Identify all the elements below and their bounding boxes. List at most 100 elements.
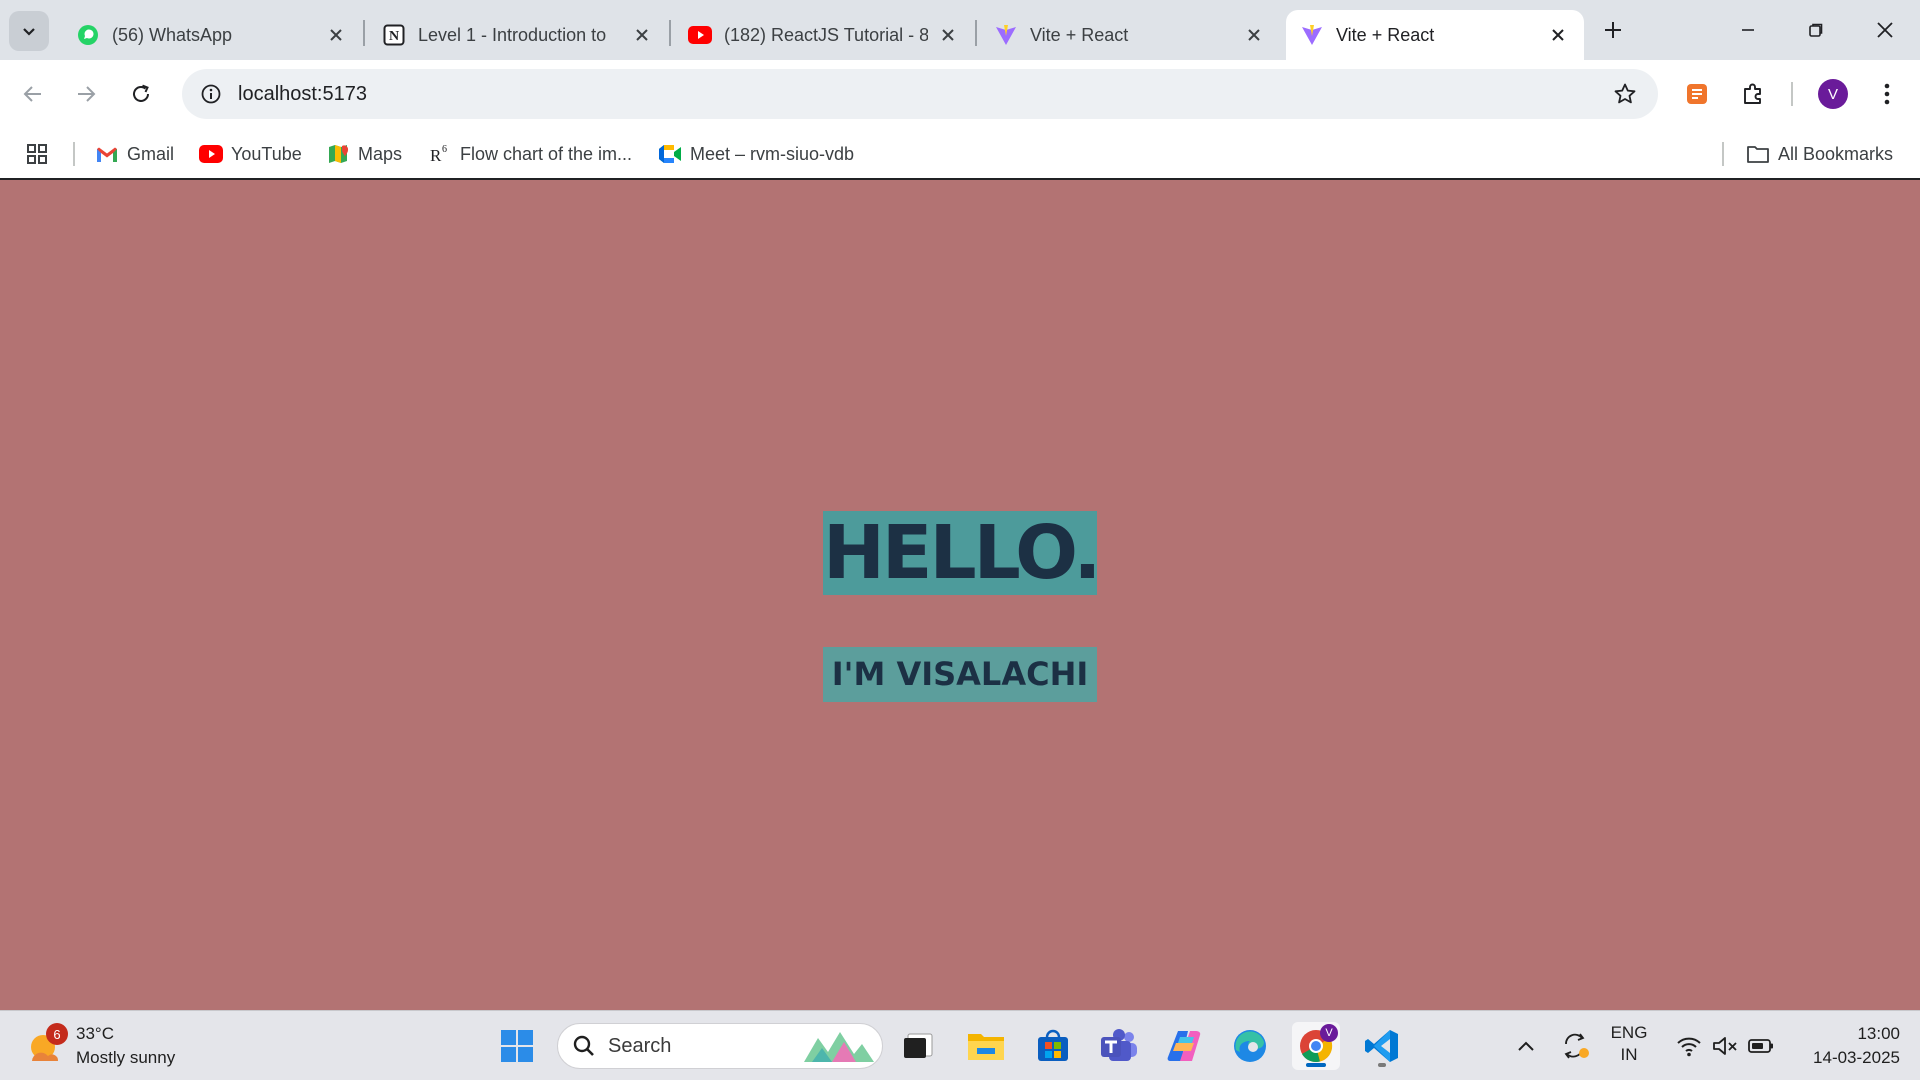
volume-status[interactable] <box>1708 1026 1742 1066</box>
sync-status-button[interactable] <box>1558 1026 1594 1066</box>
toolbar-divider <box>1791 82 1793 106</box>
all-bookmarks-button[interactable]: All Bookmarks <box>1746 140 1893 168</box>
tab-notion[interactable]: N Level 1 - Introduction to <box>368 10 668 60</box>
close-icon <box>1877 22 1893 38</box>
close-icon[interactable] <box>1546 23 1570 47</box>
close-icon[interactable] <box>324 23 348 47</box>
tab-whatsapp[interactable]: (56) WhatsApp <box>62 10 362 60</box>
tab-separator <box>363 20 365 46</box>
tab-separator <box>669 20 671 46</box>
windows-logo-icon <box>501 1030 533 1062</box>
chrome-profile-badge: V <box>1320 1024 1338 1042</box>
arrow-right-icon <box>78 86 96 102</box>
vscode-button[interactable] <box>1358 1022 1406 1070</box>
active-app-indicator <box>1306 1063 1326 1067</box>
tab-title: Level 1 - Introduction to <box>418 24 607 45</box>
microsoft-store-button[interactable] <box>1029 1022 1077 1070</box>
bookmarks-divider <box>73 142 75 166</box>
new-tab-button[interactable] <box>1595 12 1631 48</box>
tab-youtube[interactable]: (182) ReactJS Tutorial - 8 <box>674 10 974 60</box>
wifi-status[interactable] <box>1672 1026 1706 1066</box>
edge-button[interactable] <box>1226 1022 1274 1070</box>
folder-icon <box>968 1034 1004 1060</box>
r6-icon: R6 <box>428 142 452 166</box>
bookmark-label: Meet – rvm-siuo-vdb <box>690 143 855 164</box>
bookmark-flow-chart[interactable]: R6 Flow chart of the im... <box>428 140 632 168</box>
language-line2: IN <box>1620 1045 1638 1064</box>
task-view-button[interactable] <box>894 1022 942 1070</box>
extensions-puzzle-icon[interactable] <box>1733 74 1773 114</box>
svg-text:6: 6 <box>442 144 447 155</box>
restore-icon <box>1809 23 1823 37</box>
tab-separator <box>975 20 977 46</box>
more-vertical-icon <box>1884 83 1890 105</box>
clock-date: 14-03-2025 <box>1813 1048 1900 1067</box>
profile-button[interactable]: V <box>1813 74 1853 114</box>
gmail-icon <box>95 142 119 166</box>
system-clock[interactable]: 13:00 14-03-2025 <box>1790 1022 1900 1070</box>
plus-icon <box>1605 22 1621 38</box>
show-hidden-icons-button[interactable] <box>1511 1026 1541 1066</box>
browser-menu-button[interactable] <box>1867 74 1907 114</box>
back-button[interactable] <box>13 74 53 114</box>
bookmark-youtube[interactable]: YouTube <box>199 140 302 168</box>
bookmark-gmail[interactable]: Gmail <box>95 140 174 168</box>
forward-button[interactable] <box>66 74 106 114</box>
battery-status[interactable] <box>1744 1026 1778 1066</box>
bookmark-maps[interactable]: Maps <box>326 140 402 168</box>
bookmark-label: Gmail <box>127 143 175 164</box>
running-app-indicator <box>1378 1063 1386 1067</box>
extension-notes-icon[interactable] <box>1677 74 1717 114</box>
close-icon[interactable] <box>936 23 960 47</box>
taskbar-search[interactable]: Search <box>557 1023 883 1069</box>
reload-icon <box>133 84 149 102</box>
minimize-button[interactable] <box>1724 8 1772 52</box>
tab-vite-react[interactable]: Vite + React <box>980 10 1280 60</box>
battery-icon <box>1748 1039 1773 1053</box>
edge-icon <box>1234 1030 1266 1062</box>
apps-button[interactable] <box>26 140 48 168</box>
bookmarks-bar: Gmail YouTube Maps R6 Flow chart of the … <box>0 128 1920 180</box>
youtube-icon <box>199 142 223 166</box>
close-icon[interactable] <box>1242 23 1266 47</box>
language-indicator[interactable]: ENG IN <box>1604 1022 1654 1066</box>
url-text[interactable]: localhost:5173 <box>238 83 367 106</box>
svg-text:R: R <box>430 146 442 165</box>
close-window-button[interactable] <box>1861 8 1909 52</box>
all-bookmarks-label: All Bookmarks <box>1778 143 1894 164</box>
tab-title: (182) ReactJS Tutorial - 8 <box>724 24 928 45</box>
browser-toolbar: localhost:5173 V <box>0 60 1920 128</box>
minimize-icon <box>1742 29 1754 31</box>
chevron-up-icon <box>1518 1041 1534 1051</box>
chrome-button[interactable]: V <box>1292 1022 1340 1070</box>
tab-vite-react-active[interactable]: Vite + React <box>1286 10 1584 60</box>
clock-time: 13:00 <box>1857 1024 1900 1043</box>
bookmark-meet[interactable]: Meet – rvm-siuo-vdb <box>658 140 854 168</box>
tab-title: Vite + React <box>1030 24 1129 45</box>
file-explorer-button[interactable] <box>962 1022 1010 1070</box>
tab-search-button[interactable] <box>9 11 49 51</box>
bookmark-star-icon[interactable] <box>1612 81 1638 107</box>
search-label: Search <box>608 1034 672 1057</box>
page-viewport: HELLO.. I'M VISALACHI <box>0 180 1920 1010</box>
reload-button[interactable] <box>121 74 161 114</box>
close-icon[interactable] <box>630 23 654 47</box>
language-line1: ENG <box>1610 1023 1648 1042</box>
weather-temperature: 33°C <box>76 1024 114 1043</box>
vscode-icon <box>1365 1030 1398 1062</box>
teams-button[interactable] <box>1095 1022 1143 1070</box>
vite-icon <box>1300 23 1324 47</box>
hello-heading: HELLO.. <box>823 511 1097 595</box>
windows-taskbar: 6 33°C Mostly sunny Search V ENG IN 13:0… <box>0 1010 1920 1080</box>
site-info-icon[interactable] <box>196 79 226 109</box>
start-button[interactable] <box>493 1022 541 1070</box>
weather-widget[interactable]: 6 33°C Mostly sunny <box>26 1021 175 1071</box>
search-highlight-art-icon <box>804 1032 874 1062</box>
bookmark-label: Maps <box>358 143 403 164</box>
address-bar[interactable]: localhost:5173 <box>182 69 1658 119</box>
bookmark-label: Flow chart of the im... <box>460 143 633 164</box>
copilot-button[interactable] <box>1160 1022 1208 1070</box>
weather-badge: 6 <box>46 1023 68 1045</box>
restore-button[interactable] <box>1792 8 1840 52</box>
tab-title: (56) WhatsApp <box>112 24 233 45</box>
